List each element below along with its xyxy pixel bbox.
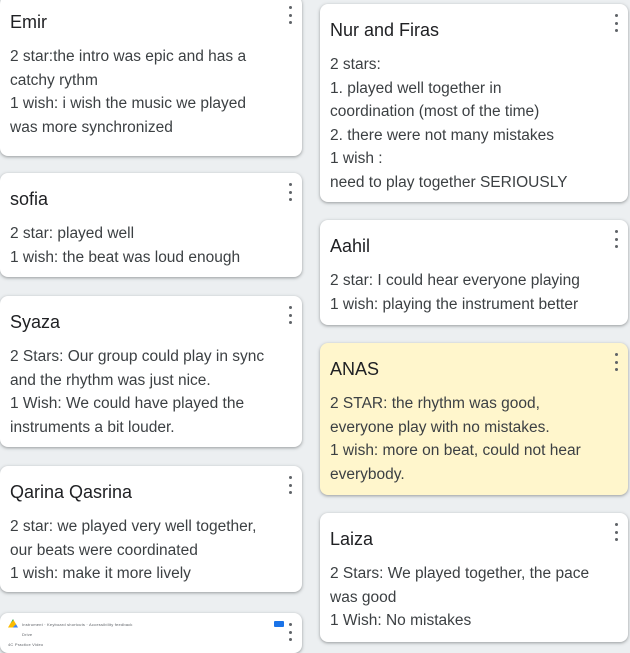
post-text-line: 2 star: I could hear everyone playing xyxy=(330,272,580,289)
post-text-line: 1 wish : xyxy=(330,150,383,167)
more-vert-icon[interactable] xyxy=(286,623,294,641)
more-vert-icon[interactable] xyxy=(286,306,294,324)
post-card-nur-firas[interactable]: Nur and Firas 2 stars: 1. played well to… xyxy=(320,4,628,202)
post-text-line: 1 Wish: We could have played the xyxy=(10,395,245,412)
post-text-line: 2. there were not many mistakes xyxy=(330,126,554,144)
post-author: Syaza xyxy=(10,312,61,332)
post-author: sofia xyxy=(10,189,49,209)
more-vert-icon[interactable] xyxy=(612,353,620,371)
thumbnail-button xyxy=(274,621,284,627)
thumbnail-app-label: Drive xyxy=(22,631,33,637)
more-vert-icon[interactable] xyxy=(612,14,620,32)
post-text-line: was good xyxy=(330,588,397,606)
post-author: Aahil xyxy=(330,236,371,256)
post-card-laiza[interactable]: Laiza 2 Stars: We played together, the p… xyxy=(320,513,628,642)
post-author: Nur and Firas xyxy=(330,20,440,40)
post-text-line: everybody. xyxy=(330,465,405,483)
post-text-line: 2 STAR: the rhythm was good, xyxy=(330,395,540,412)
post-text-line: need to play together SERIOUSLY xyxy=(330,173,568,191)
post-text-line: and the rhythm was just nice. xyxy=(10,371,211,389)
post-text-line: our beats were coordinated xyxy=(10,541,198,559)
thumbnail-preview: Instrument · Keyboard shortcuts · Access… xyxy=(8,619,294,629)
post-text-line: 1 wish: make it more lively xyxy=(10,565,191,582)
post-text-line: coordination (most of the time) xyxy=(330,103,540,120)
post-card-qarina[interactable]: Qarina Qasrina 2 star: we played very we… xyxy=(0,466,302,592)
post-text-line: 2 star: played well xyxy=(10,225,135,242)
post-text-line: was more synchronized xyxy=(10,118,173,136)
post-author: Laiza xyxy=(330,529,374,549)
thumbnail-subtext: 4C Practice Video xyxy=(8,641,44,647)
post-text-line: 1 wish: the beat was loud enough xyxy=(10,248,241,266)
post-author: Qarina Qasrina xyxy=(10,482,133,502)
thumbnail-row: Drive xyxy=(8,629,294,639)
more-vert-icon[interactable] xyxy=(612,230,620,248)
post-text-line: 1 wish: playing the instrument better xyxy=(330,295,579,313)
post-text-line: 1 Wish: No mistakes xyxy=(330,612,472,629)
post-author: ANAS xyxy=(330,359,380,379)
post-card-aahil[interactable]: Aahil 2 star: I could hear everyone play… xyxy=(320,220,628,325)
post-text-line: 2 Stars: Our group could play in sync xyxy=(10,348,265,365)
drive-logo-icon xyxy=(8,619,18,628)
post-card-anas[interactable]: ANAS 2 STAR: the rhythm was good, everyo… xyxy=(320,343,628,495)
more-vert-icon[interactable] xyxy=(612,523,620,541)
post-card-sofia[interactable]: sofia 2 star: played well 1 wish: the be… xyxy=(0,173,302,277)
post-text-line: instruments a bit louder. xyxy=(10,418,175,436)
post-text-line: 2 stars: xyxy=(330,56,381,73)
more-vert-icon[interactable] xyxy=(286,6,294,24)
post-text-line: catchy rythm xyxy=(10,71,98,89)
post-text-line: 2 star:the intro was epic and has a xyxy=(10,48,247,65)
post-text-line: 1. played well together in xyxy=(330,79,502,97)
post-card-syaza[interactable]: Syaza 2 Stars: Our group could play in s… xyxy=(0,296,302,447)
post-text-line: 1 wish: more on beat, could not hear xyxy=(330,442,581,459)
post-author: Emir xyxy=(10,12,47,32)
more-vert-icon[interactable] xyxy=(286,183,294,201)
more-vert-icon[interactable] xyxy=(286,476,294,494)
post-card-thumbnail[interactable]: Instrument · Keyboard shortcuts · Access… xyxy=(0,613,302,653)
thumbnail-row: 4C Practice Video xyxy=(8,639,294,649)
post-text-line: everyone play with no mistakes. xyxy=(330,418,550,436)
post-text-line: 2 Stars: We played together, the pace xyxy=(330,565,590,582)
post-text-line: 2 star: we played very well together, xyxy=(10,518,257,535)
post-card-emir[interactable]: Emir 2 star:the intro was epic and has a… xyxy=(0,0,302,156)
post-text-line: 1 wish: i wish the music we played xyxy=(10,95,247,112)
thumbnail-header-text: Instrument · Keyboard shortcuts · Access… xyxy=(22,621,133,627)
